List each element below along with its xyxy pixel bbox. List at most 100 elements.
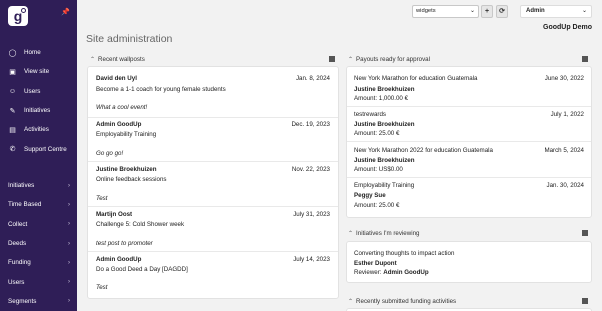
nav-item-activities[interactable]: ▤ Activities xyxy=(0,120,77,139)
section-initiatives[interactable]: Initiatives › xyxy=(0,176,77,195)
section-label: Deeds xyxy=(8,240,27,248)
nav-item-home[interactable]: ◯ Home xyxy=(0,43,77,62)
reviewer-name[interactable]: Admin GoodUp xyxy=(383,269,428,276)
nav-label: Activities xyxy=(24,126,49,134)
page-title: Site administration xyxy=(86,33,173,45)
payout-date: Jan. 30, 2024 xyxy=(546,182,585,189)
divider xyxy=(347,106,591,107)
divider xyxy=(88,251,338,252)
wallpost-subject[interactable]: Become a 1-1 coach for young female stud… xyxy=(96,86,226,93)
wallpost-subject[interactable]: Employability Training xyxy=(96,131,156,138)
reviewing-header[interactable]: ⌃ Initiatives I'm reviewing xyxy=(348,228,419,238)
section-time-based[interactable]: Time Based › xyxy=(0,195,77,214)
payout-activity[interactable]: New York Marathon 2022 for education Gua… xyxy=(354,147,493,154)
chevron-right-icon: › xyxy=(68,182,70,189)
widget-select-value: widgets xyxy=(416,8,436,14)
nav-item-view-site[interactable]: ▣ View site xyxy=(0,62,77,81)
payout-person[interactable]: Justine Broekhuizen xyxy=(354,157,415,164)
section-nav: Initiatives › Time Based › Collect › Deeds ›… xyxy=(0,176,77,311)
admin-menu[interactable]: Admin ⌄ xyxy=(520,5,592,18)
section-funding[interactable]: Funding › xyxy=(0,253,77,272)
chevron-right-icon: › xyxy=(68,279,70,286)
section-segments[interactable]: Segments › xyxy=(0,292,77,311)
wallpost-author[interactable]: Admin GoodUp xyxy=(96,121,141,128)
chevron-down-icon: ⌄ xyxy=(581,8,587,14)
payout-activity[interactable]: New York Marathon for education Guatemal… xyxy=(354,75,477,82)
wallpost-message: What a cool event! xyxy=(96,104,148,111)
widget-select[interactable]: widgets ⌄ xyxy=(412,5,479,18)
reviewer-line: Reviewer: Admin GoodUp xyxy=(354,269,429,276)
nav-label: Users xyxy=(24,87,41,95)
payout-amount: Amount: 25.00 € xyxy=(354,130,400,137)
nav-item-initiatives[interactable]: ✎ Initiatives xyxy=(0,101,77,120)
refresh-button[interactable]: ⟳ xyxy=(496,5,508,18)
pin-icon[interactable]: 📌 xyxy=(61,8,70,16)
wallposts-header[interactable]: ⌃ Recent wallposts xyxy=(90,54,145,64)
nav-item-users[interactable]: ☺ Users xyxy=(0,82,77,101)
main-nav: ◯ Home ▣ View site ☺ Users ✎ Initiatives ▤ Ac… xyxy=(0,43,77,159)
payout-person[interactable]: Justine Broekhuizen xyxy=(354,121,415,128)
section-label: Initiatives xyxy=(8,182,35,190)
section-label: Time Based xyxy=(8,201,42,209)
goodup-logo[interactable]: g xyxy=(8,6,28,26)
wallpost-author[interactable]: Justine Broekhuizen xyxy=(96,166,157,173)
payout-date: June 30, 2022 xyxy=(544,75,584,82)
payout-person[interactable]: Justine Broekhuizen xyxy=(354,86,415,93)
funding-header[interactable]: ⌃ Recently submitted funding activities xyxy=(348,296,456,306)
payout-activity[interactable]: testrewards xyxy=(354,111,386,118)
wallpost-author[interactable]: Martijn Oost xyxy=(96,211,132,218)
logo-dot xyxy=(21,8,26,13)
grid-menu-icon[interactable] xyxy=(582,298,588,304)
add-widget-button[interactable]: + xyxy=(481,5,493,18)
divider xyxy=(88,161,338,162)
wallpost-date: Jan. 8, 2024 xyxy=(295,75,330,82)
wallpost-author[interactable]: Admin GoodUp xyxy=(96,256,141,263)
divider xyxy=(88,206,338,207)
wallpost-date: Nov. 22, 2023 xyxy=(291,166,330,173)
payouts-header[interactable]: ⌃ Payouts ready for approval xyxy=(348,54,430,64)
divider xyxy=(347,177,591,178)
chevron-right-icon: › xyxy=(68,298,70,305)
wallposts-title: Recent wallposts xyxy=(98,55,145,63)
section-label: Funding xyxy=(8,259,31,267)
users-icon: ☺ xyxy=(8,87,17,95)
wallpost-date: July 31, 2023 xyxy=(293,211,330,218)
nav-label: Home xyxy=(24,49,41,57)
chevron-right-icon: › xyxy=(68,201,70,208)
grid-menu-icon[interactable] xyxy=(582,230,588,236)
collapse-icon[interactable]: ⌃ xyxy=(90,56,95,63)
chevron-right-icon: › xyxy=(68,221,70,228)
section-deeds[interactable]: Deeds › xyxy=(0,234,77,253)
grid-menu-icon[interactable] xyxy=(582,56,588,62)
chevron-right-icon: › xyxy=(68,240,70,247)
support-icon: ✆ xyxy=(9,146,16,154)
wallpost-message: Go go go! xyxy=(96,150,124,157)
wallpost-subject[interactable]: Challenge 5: Cold Shower week xyxy=(96,221,184,228)
payout-amount: Amount: 1,000.00 € xyxy=(354,95,409,102)
wallpost-subject[interactable]: Do a Good Deed a Day [DAGDD] xyxy=(96,266,188,273)
payouts-card: New York Marathon for education Guatemal… xyxy=(346,66,592,218)
collapse-icon[interactable]: ⌃ xyxy=(348,230,353,237)
wallpost-date: Dec. 19, 2023 xyxy=(291,121,330,128)
section-users[interactable]: Users › xyxy=(0,272,77,291)
section-collect[interactable]: Collect › xyxy=(0,215,77,234)
grid-menu-icon[interactable] xyxy=(329,56,335,62)
review-initiative-title[interactable]: Converting thoughts to impact action xyxy=(354,250,454,257)
nav-item-support-centre[interactable]: ✆ Support Centre xyxy=(0,139,77,158)
section-label: Collect xyxy=(8,220,28,228)
review-initiator[interactable]: Esther Dupont xyxy=(354,260,397,267)
wallpost-message: Test xyxy=(96,284,108,291)
collapse-icon[interactable]: ⌃ xyxy=(348,298,353,305)
wallpost-message: Test xyxy=(96,195,108,202)
nav-label: View site xyxy=(24,68,50,76)
payout-activity[interactable]: Employability Training xyxy=(354,182,414,189)
collapse-icon[interactable]: ⌃ xyxy=(348,56,353,63)
payout-person[interactable]: Peggy Sue xyxy=(354,192,386,199)
view-site-icon: ▣ xyxy=(9,68,16,76)
section-label: Users xyxy=(8,278,25,286)
reviewer-label: Reviewer: xyxy=(354,269,382,276)
funding-title: Recently submitted funding activities xyxy=(356,297,457,305)
payout-date: March 5, 2024 xyxy=(544,147,584,154)
wallpost-author[interactable]: David den Uyl xyxy=(96,75,137,82)
wallpost-subject[interactable]: Online feedback sessions xyxy=(96,176,167,183)
